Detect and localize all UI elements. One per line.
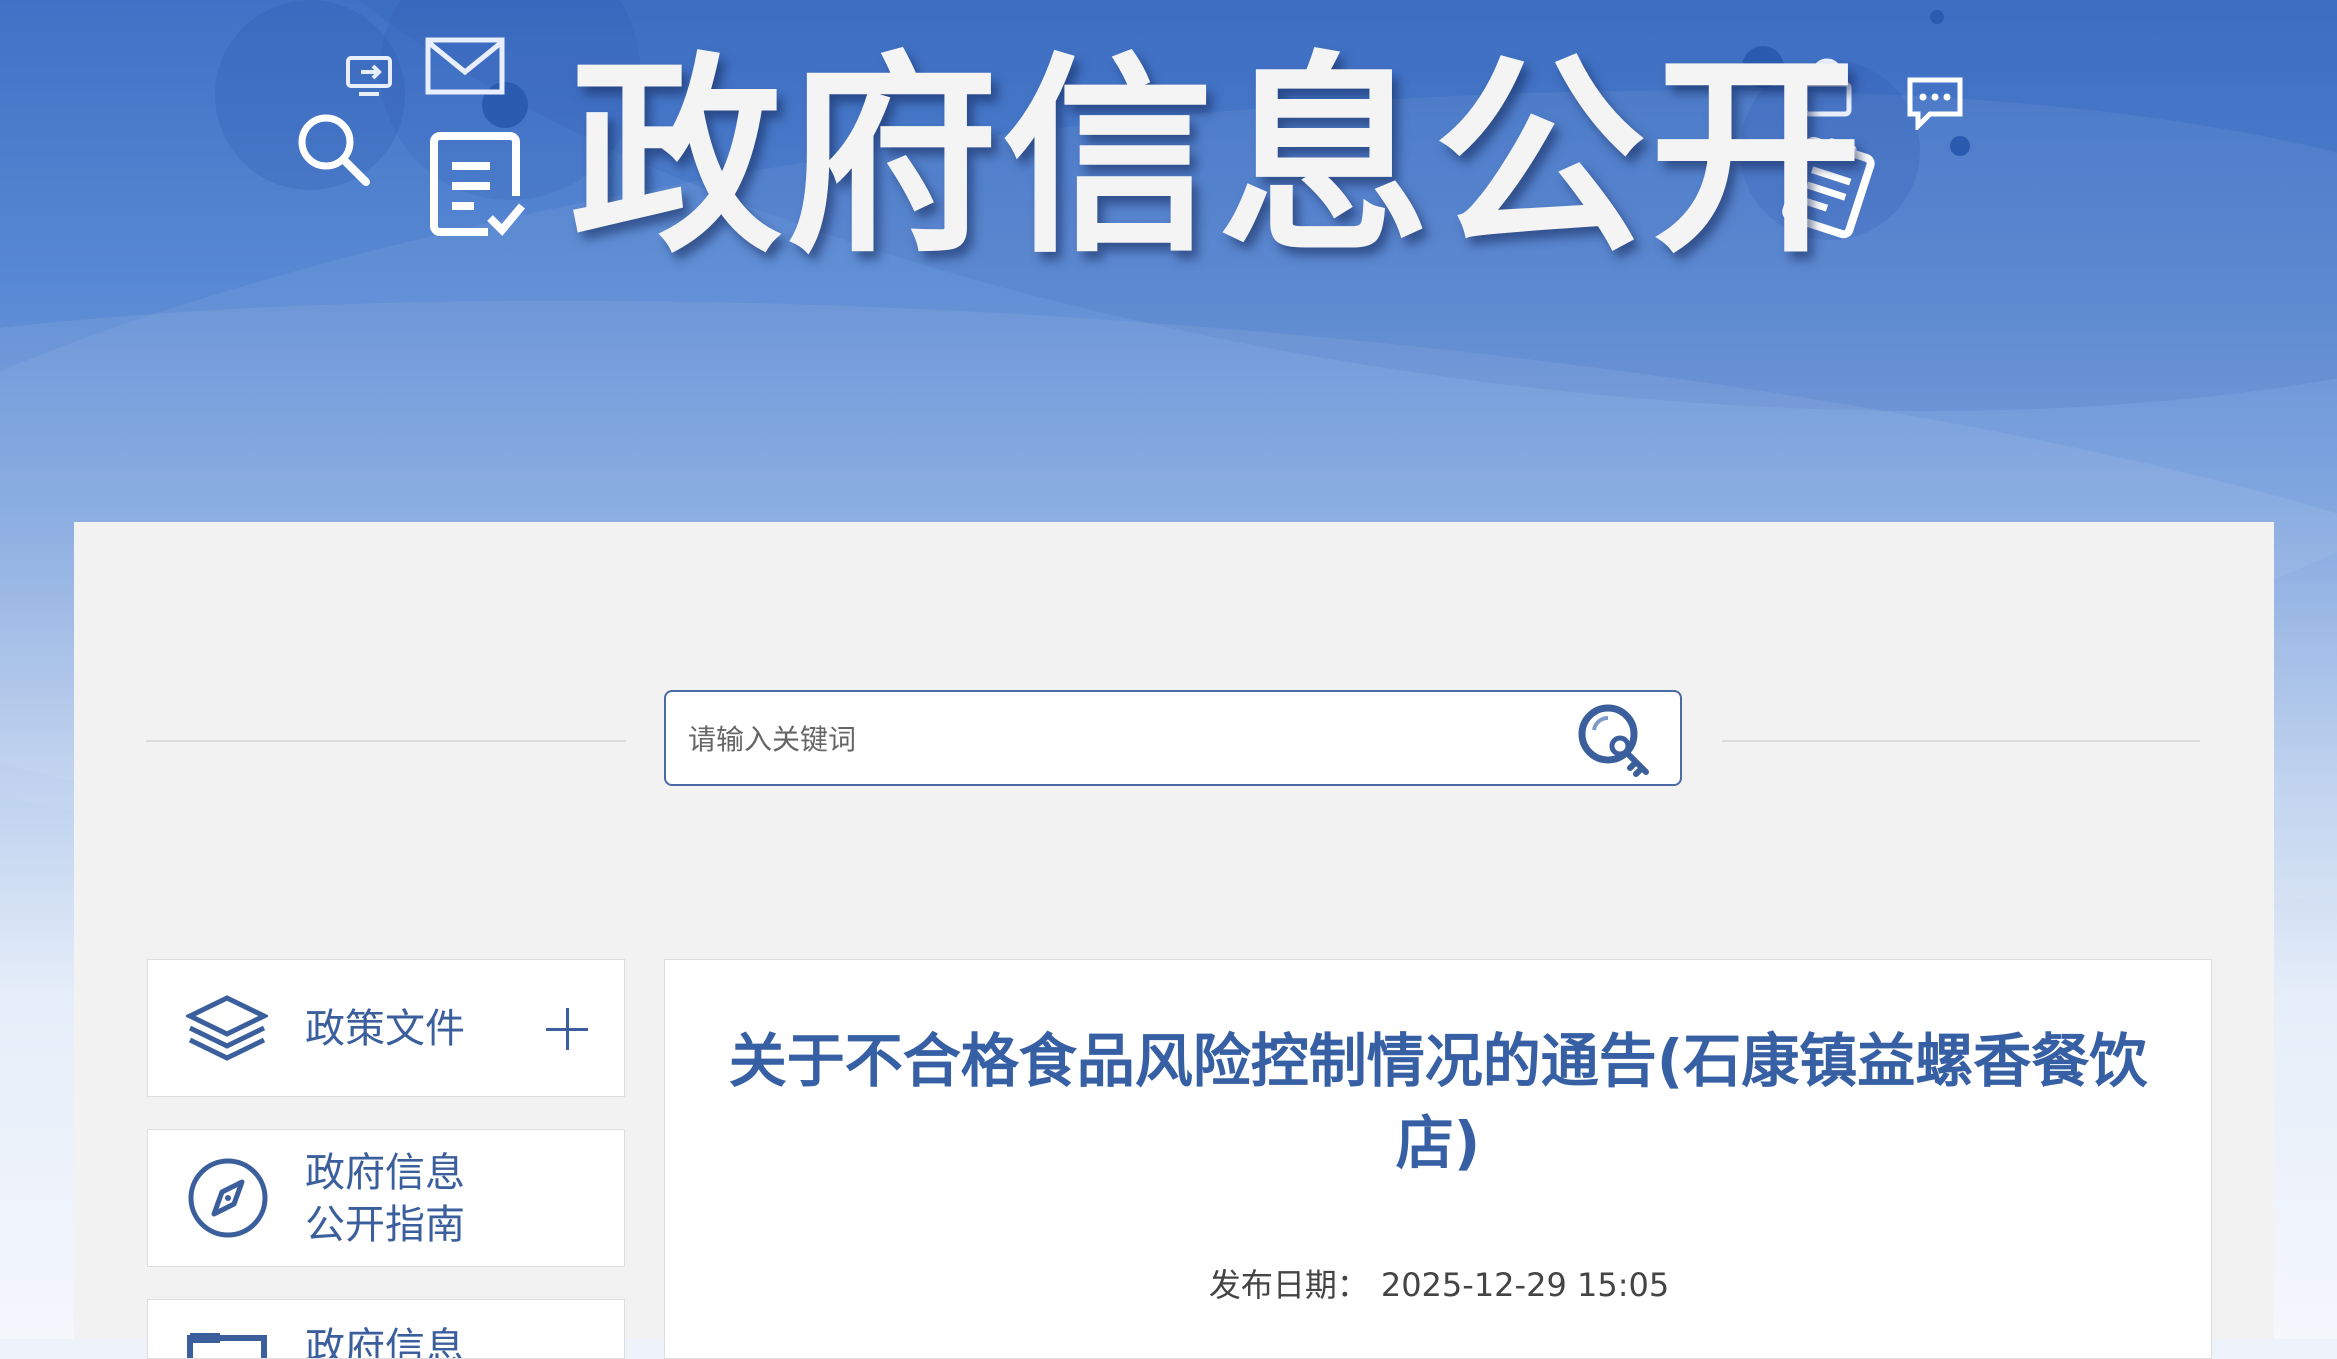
chat-icon bbox=[1906, 76, 1964, 130]
sidebar-item-disclosure-guide[interactable]: 政府信息 公开指南 bbox=[147, 1129, 625, 1267]
article-title: 关于不合格食品风险控制情况的通告(石康镇益螺香餐饮店) bbox=[728, 1027, 2148, 1177]
screen-share-icon bbox=[345, 55, 393, 97]
compass-icon bbox=[186, 1156, 270, 1240]
banner-dot bbox=[1950, 136, 1970, 156]
search-key-icon[interactable] bbox=[1572, 700, 1658, 780]
folder-icon bbox=[186, 1324, 268, 1358]
banner-title: 政府信息公开 bbox=[570, 34, 1866, 281]
sidebar-item-label: 政府信息 bbox=[305, 1325, 465, 1359]
sidebar-item-gov-info[interactable]: 政府信息 bbox=[147, 1299, 625, 1359]
document-check-icon bbox=[428, 128, 528, 242]
main-panel: 政策文件 政府信息 公开指南 政府信息 关于不合格食品风险控制情况的通告(石康镇… bbox=[74, 522, 2274, 1359]
publish-info: 发布日期： 2025-12-29 15:05 bbox=[665, 1260, 2213, 1306]
sidebar-item-label: 政府信息 公开指南 bbox=[305, 1150, 465, 1248]
plus-icon[interactable] bbox=[546, 1008, 588, 1050]
search-icon bbox=[294, 110, 372, 188]
layers-icon bbox=[186, 994, 268, 1066]
search-input[interactable] bbox=[686, 692, 1570, 786]
publish-date: 2025-12-29 15:05 bbox=[1380, 1266, 1670, 1304]
sidebar-item-label: 政策文件 bbox=[305, 1006, 465, 1052]
search-bar bbox=[664, 690, 1682, 786]
mail-icon bbox=[424, 36, 506, 96]
sidebar-item-policy-files[interactable]: 政策文件 bbox=[147, 959, 625, 1097]
article-card: 关于不合格食品风险控制情况的通告(石康镇益螺香餐饮店) 发布日期： 2025-12… bbox=[664, 959, 2212, 1359]
banner-dot bbox=[1930, 10, 1944, 24]
divider-left bbox=[146, 740, 626, 742]
publish-date-label: 发布日期： bbox=[1208, 1266, 1369, 1304]
divider-right bbox=[1722, 740, 2200, 742]
